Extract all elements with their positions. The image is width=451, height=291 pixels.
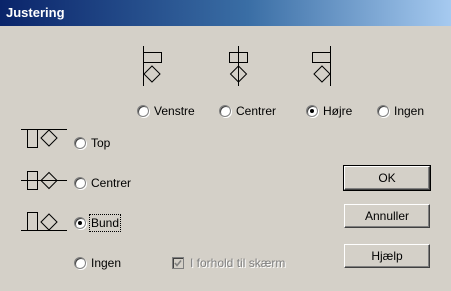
radio-label: Centrer [91,176,132,190]
radio-horizontal-right[interactable]: Højre [306,104,352,118]
radio-button[interactable] [74,177,86,189]
window-title: Justering [6,5,65,20]
radio-button[interactable] [137,105,149,117]
radio-button[interactable] [74,217,86,229]
radio-button[interactable] [74,137,86,149]
radio-label: Top [91,136,111,150]
checkbox-box[interactable] [172,257,184,269]
align-bottom-icon [21,212,67,231]
align-top-icon [21,129,67,148]
radio-vertical-top[interactable]: Top [74,136,110,150]
help-button[interactable]: Hjælp [344,244,430,268]
relative-to-screen-checkbox[interactable]: I forhold til skærm [172,256,285,270]
radio-vertical-none[interactable]: Ingen [74,256,121,270]
radio-horizontal-left[interactable]: Venstre [137,104,195,118]
radio-button[interactable] [74,257,86,269]
align-middle-icon [21,171,67,190]
radio-label: Højre [323,104,353,118]
radio-button[interactable] [377,105,389,117]
cancel-button-label: Annuller [364,209,410,223]
radio-label: Ingen [91,256,122,270]
align-right-icon [312,46,331,86]
radio-label: Ingen [394,104,425,118]
radio-horizontal-center[interactable]: Centrer [219,104,276,118]
radio-label: Centrer [236,104,277,118]
align-left-icon [143,46,162,86]
align-center-icon [229,46,248,86]
radio-vertical-bottom[interactable]: Bund [74,214,122,232]
title-bar: Justering [0,0,451,26]
ok-button-label: OK [378,171,396,185]
checkmark-icon [174,260,182,267]
radio-vertical-center[interactable]: Centrer [74,176,131,190]
help-button-label: Hjælp [371,249,403,263]
radio-label: Bund [88,214,122,232]
checkbox-label: I forhold til skærm [190,256,286,270]
radio-button[interactable] [219,105,231,117]
cancel-button[interactable]: Annuller [344,204,430,228]
radio-horizontal-none[interactable]: Ingen [377,104,424,118]
ok-button[interactable]: OK [343,165,431,191]
radio-label: Venstre [154,104,195,118]
radio-button[interactable] [306,105,318,117]
